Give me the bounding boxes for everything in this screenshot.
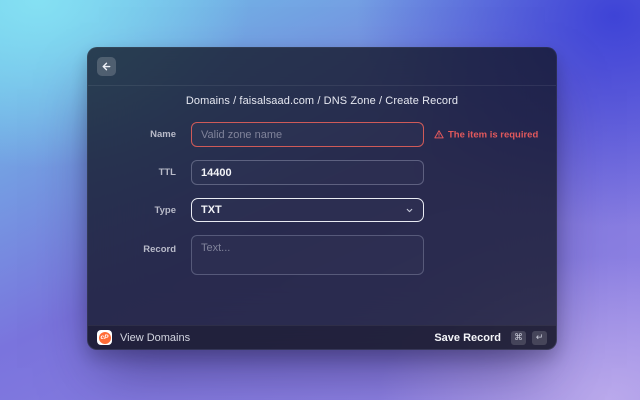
- name-row: Name The item is required: [88, 122, 556, 147]
- view-domains-link[interactable]: cP View Domains: [97, 330, 190, 345]
- chevron-down-icon: [405, 206, 414, 215]
- type-label: Type: [154, 204, 176, 216]
- save-record-label: Save Record: [434, 331, 501, 344]
- command-key-icon[interactable]: ⌘: [511, 330, 526, 345]
- arrow-left-icon: [101, 61, 112, 72]
- name-input[interactable]: [191, 122, 424, 147]
- type-select[interactable]: TXT: [191, 198, 424, 222]
- modal-header: [88, 48, 556, 86]
- name-error: The item is required: [434, 129, 538, 140]
- breadcrumb: Domains / faisalsaad.com / DNS Zone / Cr…: [185, 95, 459, 107]
- return-key-icon[interactable]: ↵: [532, 330, 547, 345]
- create-record-modal: Domains / faisalsaad.com / DNS Zone / Cr…: [87, 47, 557, 350]
- create-record-form: Name The item is required TTL: [88, 122, 556, 280]
- save-record-action[interactable]: Save Record ⌘ ↵: [434, 330, 547, 345]
- ttl-row: TTL: [88, 160, 556, 185]
- record-label: Record: [143, 244, 176, 255]
- ttl-label: TTL: [158, 167, 176, 178]
- ttl-input[interactable]: [191, 160, 424, 185]
- record-textarea[interactable]: [191, 235, 424, 275]
- cpanel-logo-text: cP: [98, 331, 111, 344]
- modal-footer: cP View Domains Save Record ⌘ ↵: [88, 325, 556, 349]
- cpanel-logo-icon: cP: [97, 330, 112, 345]
- name-label: Name: [150, 129, 176, 140]
- back-button[interactable]: [97, 57, 116, 76]
- record-row: Record: [88, 235, 556, 280]
- view-domains-label: View Domains: [120, 331, 191, 344]
- warning-triangle-icon: [434, 130, 444, 140]
- type-select-value: TXT: [201, 204, 222, 216]
- name-error-text: The item is required: [448, 129, 539, 140]
- type-row: Type TXT: [88, 198, 556, 222]
